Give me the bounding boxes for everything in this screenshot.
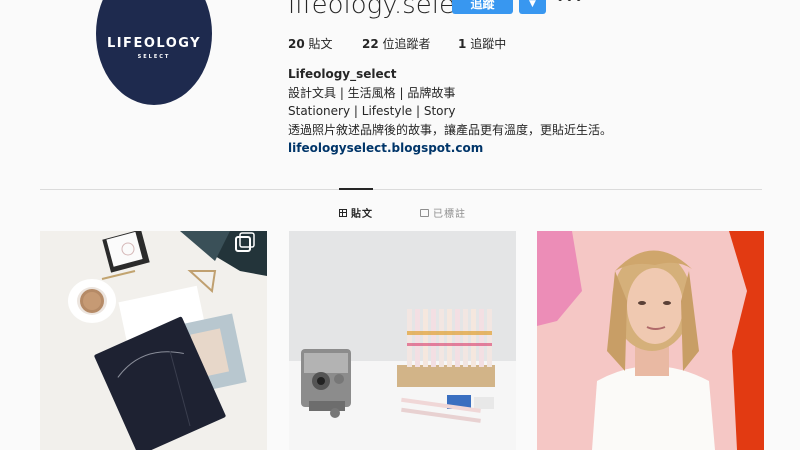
grid-icon: [339, 208, 347, 217]
tagged-icon: [420, 208, 429, 217]
post-image-stationery-flatlay: [40, 231, 267, 450]
profile-avatar[interactable]: LIFEOLOGY SELECT: [96, 0, 212, 105]
profile-username: lifeology.select: [288, 0, 480, 20]
post-image-pencil-sharpener: [289, 231, 516, 450]
avatar-logo-text: LIFEOLOGY: [106, 36, 202, 51]
active-tab-indicator: [339, 188, 373, 190]
tab-tagged-label: 已標註: [433, 209, 466, 220]
bio-line-1: 設計文具 | 生活風格 | 品牌故事: [288, 85, 456, 100]
tab-tagged[interactable]: 已標註: [420, 205, 466, 220]
stat-posts-value: 20: [288, 37, 305, 51]
bio-website-link[interactable]: lifeologyselect.blogspot.com: [288, 139, 612, 158]
profile-bio: Lifeology_select 設計文具 | 生活風格 | 品牌故事 Stat…: [288, 65, 612, 158]
avatar-logo-subtext: SELECT: [137, 54, 171, 60]
suggestions-dropdown-button[interactable]: ▼: [519, 0, 546, 14]
tab-posts-label: 貼文: [351, 209, 373, 220]
bio-name: Lifeology_select: [288, 67, 397, 81]
tabs-divider: [40, 189, 762, 190]
avatar-circle: [96, 0, 212, 105]
more-options-icon[interactable]: •••: [556, 0, 584, 8]
follow-button[interactable]: 追蹤: [452, 0, 513, 14]
bio-line-2: Stationery | Lifestyle | Story: [288, 104, 456, 118]
stat-followers[interactable]: 22 位追蹤者: [362, 35, 431, 52]
stat-following-value: 1: [458, 37, 467, 51]
tab-posts[interactable]: 貼文: [339, 205, 373, 220]
stat-following-label: 追蹤中: [470, 37, 507, 51]
stat-followers-label: 位追蹤者: [382, 37, 431, 51]
post-thumbnail[interactable]: [40, 231, 267, 450]
post-thumbnail[interactable]: [537, 231, 764, 450]
stat-following[interactable]: 1 追蹤中: [458, 35, 506, 52]
stat-posts: 20 貼文: [288, 35, 333, 52]
stat-posts-label: 貼文: [308, 37, 333, 51]
stat-followers-value: 22: [362, 37, 379, 51]
post-image-portrait: [537, 231, 764, 450]
bio-line-3: 透過照片敘述品牌後的故事，讓產品更有溫度，更貼近生活。: [288, 122, 613, 137]
chevron-down-icon: ▼: [529, 0, 536, 9]
post-thumbnail[interactable]: [289, 231, 516, 450]
